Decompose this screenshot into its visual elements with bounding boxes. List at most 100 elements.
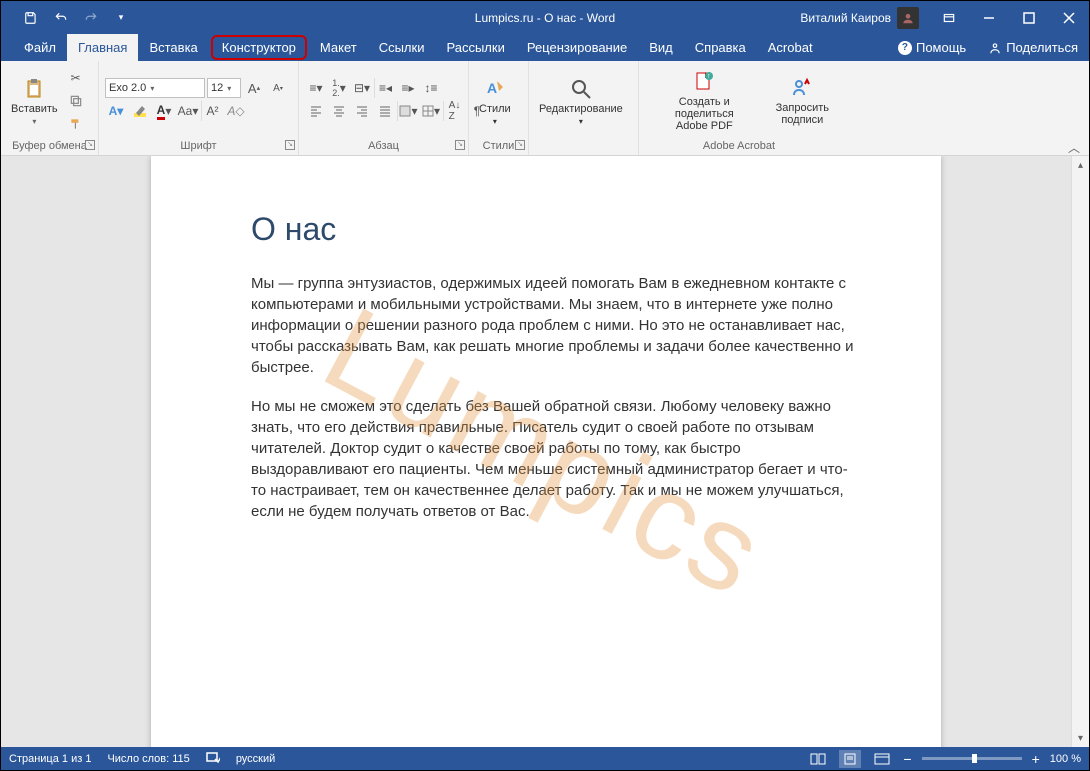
cut-icon[interactable]: ✂: [65, 68, 87, 88]
chevron-down-icon: ▾: [227, 84, 231, 93]
request-sign-button[interactable]: Запросить подписи: [772, 74, 833, 128]
dialog-launcher-icon[interactable]: ↘: [85, 140, 95, 150]
tab-review[interactable]: Рецензирование: [516, 34, 638, 61]
zoom-thumb[interactable]: [972, 754, 977, 763]
collapse-ribbon-icon[interactable]: ︿: [1068, 139, 1084, 153]
vertical-scrollbar[interactable]: ▴ ▾: [1071, 156, 1089, 747]
pdf-icon: ↑: [692, 70, 716, 94]
person-icon: [988, 41, 1002, 55]
group-paragraph: ≡▾ 1.2.▾ ⊟▾ ≡◂ ≡▸ ↕≡ ▾ ▾ A↓Z ¶ Абзац↘: [299, 61, 469, 155]
ribbon: Вставить ▾ ✂ Буфер обмена↘ Exo 2.0▾ 12▾ …: [1, 61, 1089, 156]
borders-icon[interactable]: ▾: [420, 101, 442, 121]
share-button[interactable]: Поделиться: [977, 34, 1089, 61]
save-icon[interactable]: [19, 6, 43, 30]
scroll-down-icon[interactable]: ▾: [1072, 729, 1089, 747]
redo-icon[interactable]: [79, 6, 103, 30]
numbering-icon[interactable]: 1.2.▾: [328, 78, 350, 98]
read-mode-icon[interactable]: [807, 750, 829, 768]
chevron-down-icon: ▾: [150, 84, 154, 93]
align-center-icon[interactable]: [328, 101, 350, 121]
word-count[interactable]: Число слов: 115: [107, 753, 189, 765]
group-font: Exo 2.0▾ 12▾ A▴ A▾ A▾ A▾ Aa▾ A² A◇ Шрифт…: [99, 61, 299, 155]
font-size-combo[interactable]: 12▾: [207, 78, 241, 98]
dialog-launcher-icon[interactable]: ↘: [285, 140, 295, 150]
tab-help[interactable]: Справка: [684, 34, 757, 61]
styles-button[interactable]: A Стили▾: [475, 75, 515, 128]
font-name-combo[interactable]: Exo 2.0▾: [105, 78, 205, 98]
increase-indent-icon[interactable]: ≡▸: [397, 78, 419, 98]
doc-heading: О нас: [251, 211, 861, 248]
minimize-icon[interactable]: [969, 1, 1009, 34]
zoom-level[interactable]: 100 %: [1050, 753, 1081, 765]
svg-text:↑: ↑: [707, 73, 711, 80]
page-count[interactable]: Страница 1 из 1: [9, 753, 91, 765]
qat-dropdown-icon[interactable]: ▾: [109, 6, 133, 30]
signature-icon: [790, 76, 814, 100]
highlight-icon[interactable]: [129, 101, 151, 121]
align-right-icon[interactable]: [351, 101, 373, 121]
scroll-up-icon[interactable]: ▴: [1072, 156, 1089, 174]
sort-icon[interactable]: A↓Z: [443, 101, 465, 121]
user-account[interactable]: Виталий Каиров: [790, 7, 929, 29]
shading-icon[interactable]: ▾: [397, 101, 419, 121]
font-color-icon[interactable]: A▾: [153, 101, 175, 121]
justify-icon[interactable]: [374, 101, 396, 121]
ribbon-tabs: Файл Главная Вставка Конструктор Макет С…: [1, 34, 1089, 61]
decrease-indent-icon[interactable]: ≡◂: [374, 78, 396, 98]
dropdown-icon: ▾: [32, 117, 36, 126]
change-case-icon[interactable]: Aa▾: [177, 101, 199, 121]
tab-view[interactable]: Вид: [638, 34, 684, 61]
zoom-slider[interactable]: [922, 757, 1022, 760]
create-pdf-button[interactable]: ↑ Создать и поделиться Adobe PDF: [645, 68, 764, 134]
language[interactable]: русский: [236, 753, 275, 765]
zoom-out-icon[interactable]: −: [903, 751, 911, 767]
window-title: Lumpics.ru - О нас - Word: [475, 11, 615, 25]
styles-icon: A: [483, 77, 507, 101]
group-styles: A Стили▾ Стили↘: [469, 61, 529, 155]
grow-font-icon[interactable]: A▴: [243, 78, 265, 98]
lightbulb-icon: ?: [898, 41, 912, 55]
tab-layout[interactable]: Макет: [309, 34, 368, 61]
doc-paragraph: Но мы не сможем это сделать без Вашей об…: [251, 396, 861, 522]
print-layout-icon[interactable]: [839, 750, 861, 768]
ribbon-options-icon[interactable]: [929, 1, 969, 34]
editing-button[interactable]: Редактирование▾: [535, 75, 627, 128]
spellcheck-icon[interactable]: [206, 750, 220, 767]
format-painter-icon[interactable]: [65, 114, 87, 134]
tab-design[interactable]: Конструктор: [211, 35, 307, 60]
group-acrobat: ↑ Создать и поделиться Adobe PDF Запроси…: [639, 61, 839, 155]
doc-paragraph: Мы — группа энтузиастов, одержимых идеей…: [251, 273, 861, 378]
user-name: Виталий Каиров: [800, 11, 891, 25]
titlebar-right: Виталий Каиров: [790, 1, 1089, 34]
copy-icon[interactable]: [65, 91, 87, 111]
text-effects-icon[interactable]: A▾: [105, 101, 127, 121]
multilevel-icon[interactable]: ⊟▾: [351, 78, 373, 98]
avatar: [897, 7, 919, 29]
align-left-icon[interactable]: [305, 101, 327, 121]
line-spacing-icon[interactable]: ↕≡: [420, 78, 442, 98]
svg-text:A: A: [487, 80, 497, 96]
tab-insert[interactable]: Вставка: [138, 34, 208, 61]
tab-file[interactable]: Файл: [13, 34, 67, 61]
superscript-icon[interactable]: A²: [201, 101, 223, 121]
paste-button[interactable]: Вставить ▾: [7, 75, 62, 128]
close-icon[interactable]: [1049, 1, 1089, 34]
clear-format-icon[interactable]: A◇: [225, 101, 247, 121]
maximize-icon[interactable]: [1009, 1, 1049, 34]
bullets-icon[interactable]: ≡▾: [305, 78, 327, 98]
dialog-launcher-icon[interactable]: ↘: [455, 140, 465, 150]
zoom-in-icon[interactable]: +: [1032, 751, 1040, 767]
web-layout-icon[interactable]: [871, 750, 893, 768]
clipboard-icon: [22, 77, 46, 101]
shrink-font-icon[interactable]: A▾: [267, 78, 289, 98]
tab-mailings[interactable]: Рассылки: [435, 34, 515, 61]
statusbar: Страница 1 из 1 Число слов: 115 русский …: [1, 747, 1089, 770]
titlebar: ▾ Lumpics.ru - О нас - Word Виталий Каир…: [1, 1, 1089, 34]
tab-references[interactable]: Ссылки: [368, 34, 436, 61]
page[interactable]: О нас Мы — группа энтузиастов, одержимых…: [151, 156, 941, 747]
undo-icon[interactable]: [49, 6, 73, 30]
dialog-launcher-icon[interactable]: ↘: [515, 140, 525, 150]
tab-home[interactable]: Главная: [67, 34, 138, 61]
tell-me[interactable]: ?Помощь: [887, 34, 977, 61]
tab-acrobat[interactable]: Acrobat: [757, 34, 824, 61]
